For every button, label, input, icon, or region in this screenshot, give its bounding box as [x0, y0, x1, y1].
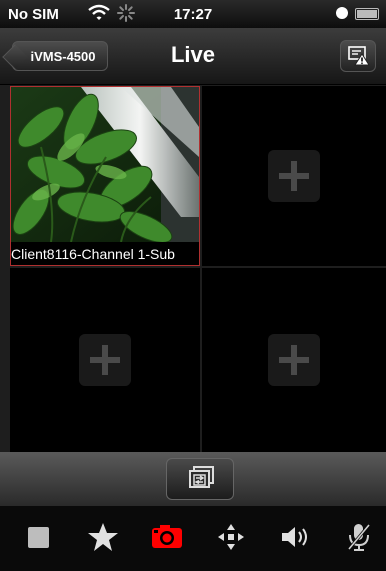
navigation-bar: iVMS-4500 Live	[0, 28, 386, 85]
camera-icon	[152, 525, 182, 548]
clock: 17:27	[173, 6, 213, 23]
favorite-button[interactable]	[83, 522, 123, 558]
battery-icon	[355, 8, 379, 20]
add-channel-button[interactable]	[79, 334, 131, 386]
video-feed	[11, 87, 199, 242]
channel-window-3[interactable]	[10, 268, 200, 452]
channel-window-4[interactable]	[202, 268, 386, 452]
ptz-icon	[218, 524, 244, 550]
window-toolbar	[0, 452, 386, 506]
orientation-lock-icon	[336, 7, 348, 19]
bottom-toolbar	[0, 506, 386, 571]
live-view-grid: Client8116-Channel 1-Sub	[0, 85, 386, 452]
switch-window-button[interactable]	[166, 458, 234, 500]
talk-button[interactable]	[339, 522, 379, 558]
channel-window-2[interactable]	[202, 86, 386, 266]
switch-window-icon	[189, 466, 214, 488]
capture-button[interactable]	[147, 522, 187, 558]
page-title: Live	[170, 42, 216, 67]
ptz-button[interactable]	[211, 522, 251, 558]
alarm-button[interactable]	[340, 40, 376, 72]
add-channel-button[interactable]	[268, 150, 320, 202]
speaker-icon	[282, 527, 307, 547]
channel-caption: Client8116-Channel 1-Sub	[11, 243, 199, 265]
add-channel-button[interactable]	[268, 334, 320, 386]
audio-button[interactable]	[275, 522, 315, 558]
stop-icon	[28, 527, 49, 548]
alarm-icon	[348, 46, 370, 66]
status-bar: No SIM 17:27	[0, 0, 386, 28]
microphone-icon	[347, 524, 371, 551]
channel-window-1[interactable]: Client8116-Channel 1-Sub	[10, 86, 200, 266]
stop-button[interactable]	[19, 522, 59, 558]
star-icon	[88, 523, 118, 551]
